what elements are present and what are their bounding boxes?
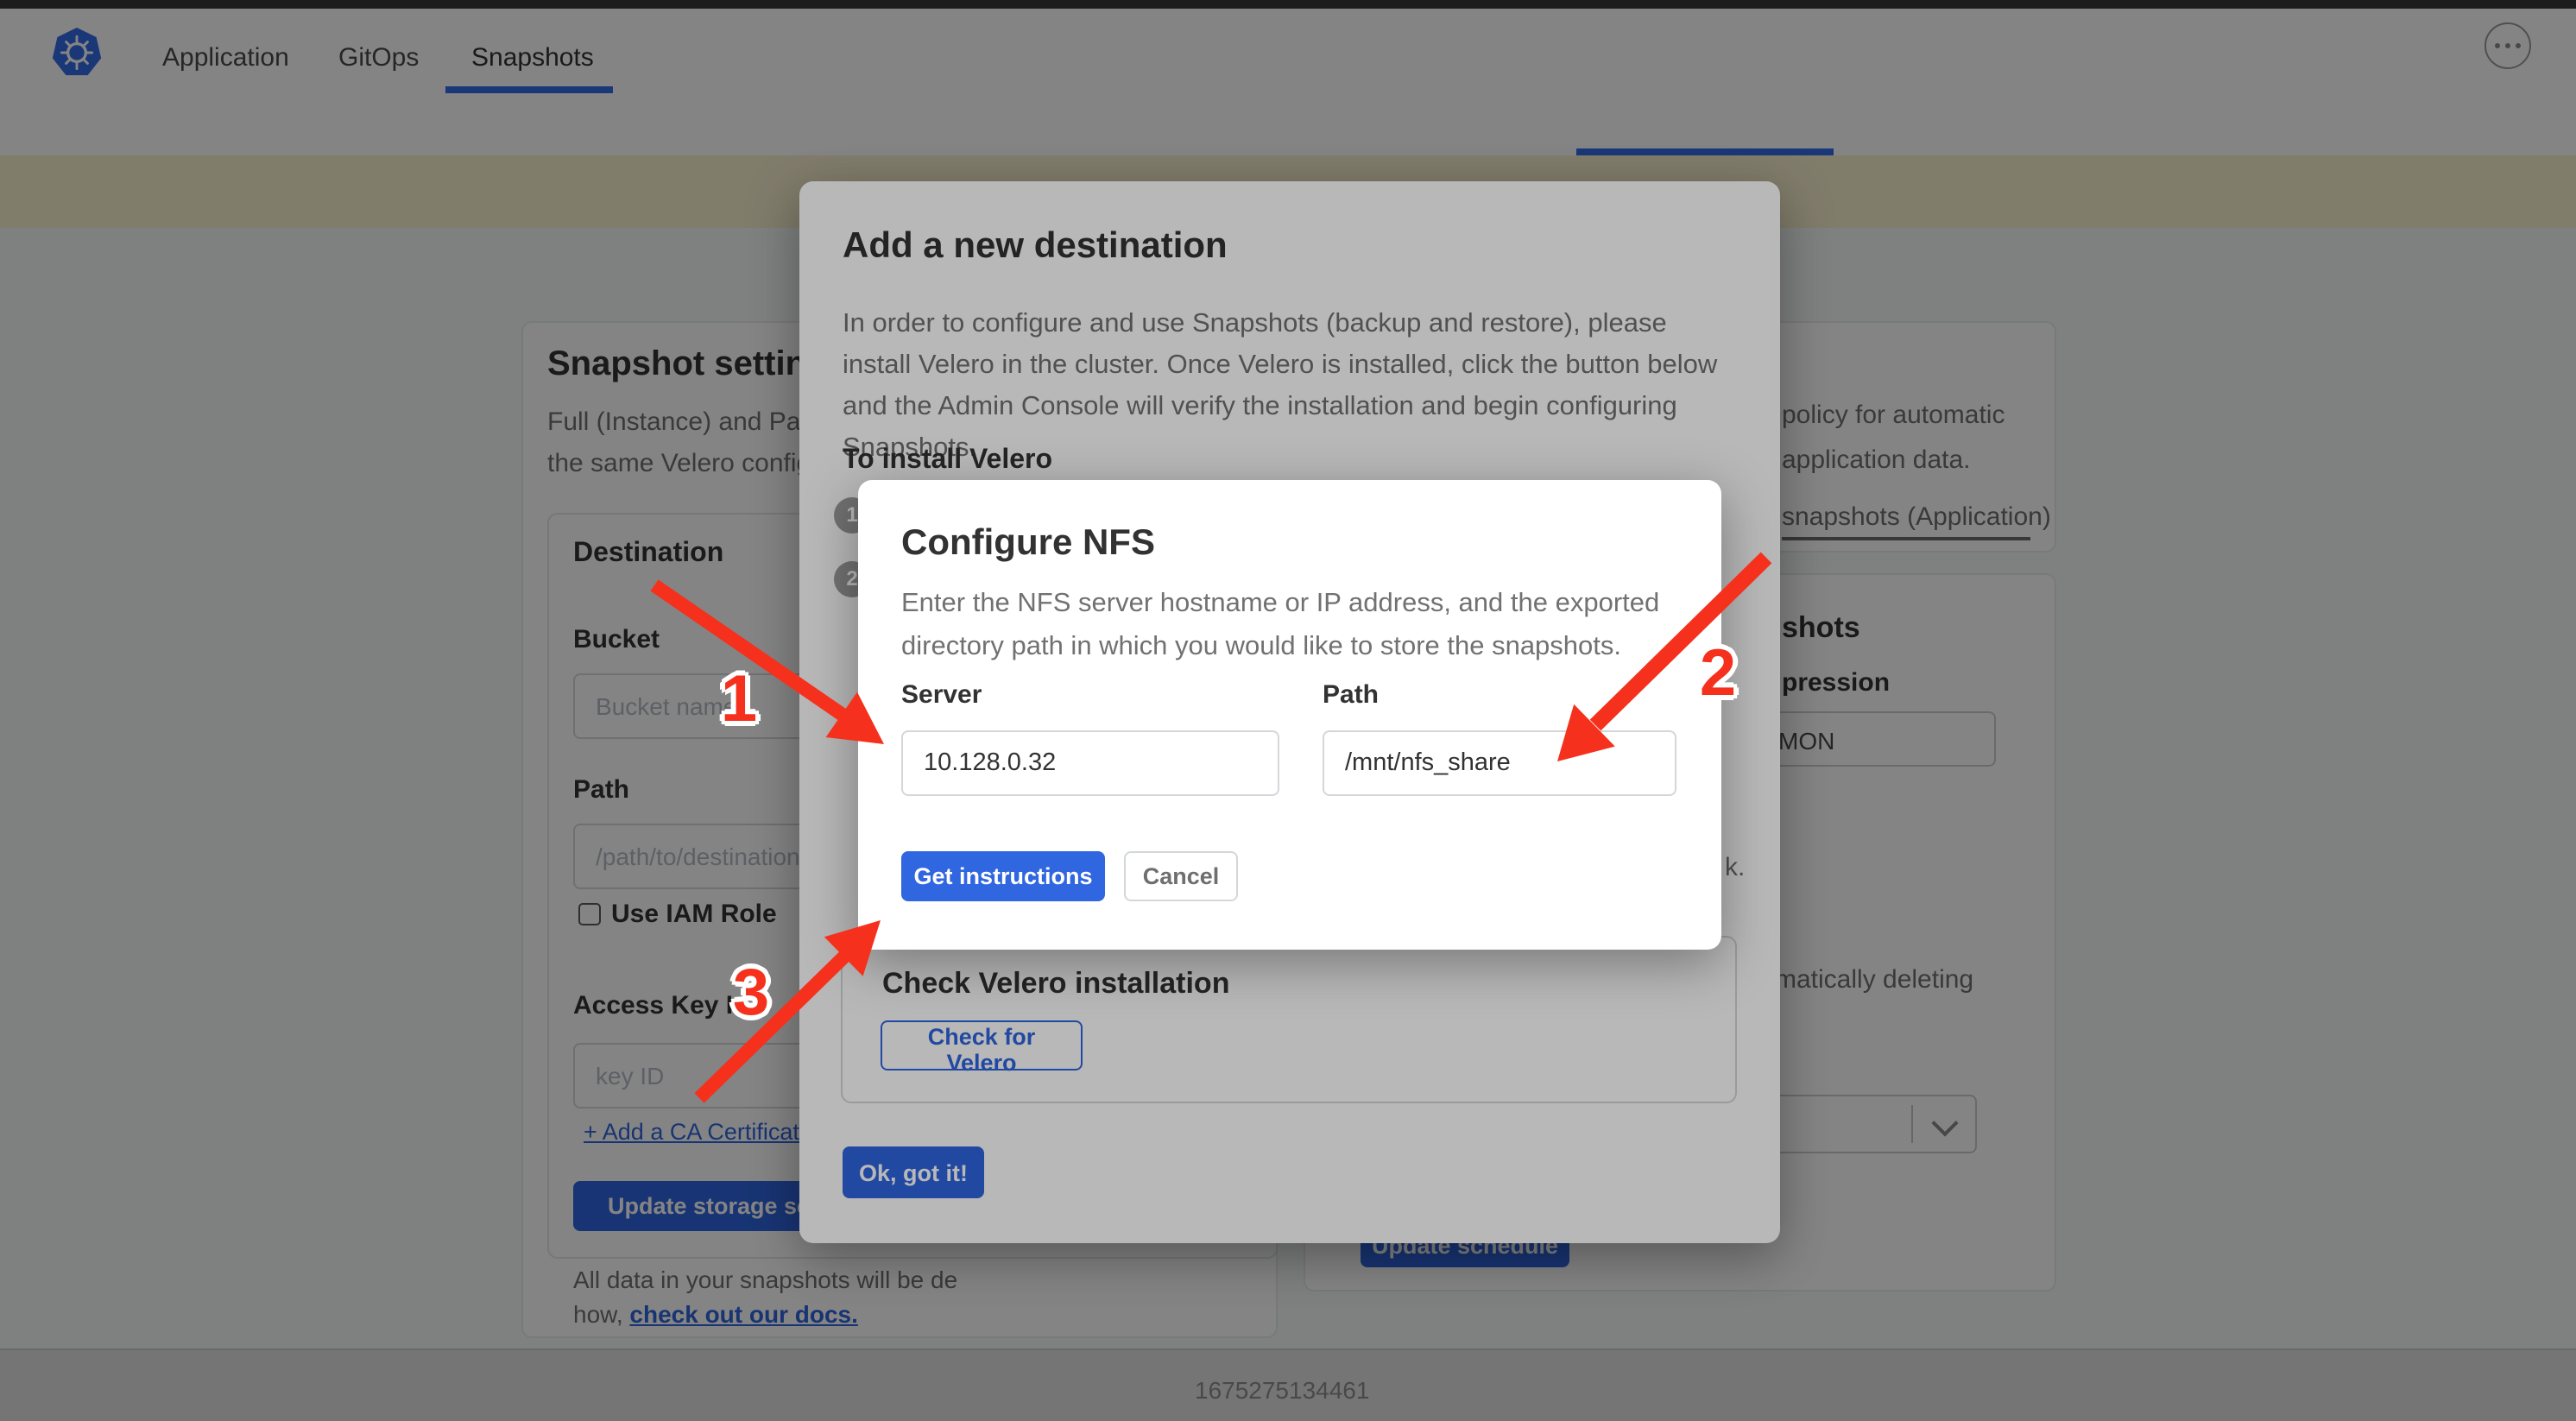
server-input[interactable] [901,730,1279,796]
cancel-button[interactable]: Cancel [1124,851,1238,901]
get-instructions-button[interactable]: Get instructions [901,851,1105,901]
server-label: Server [901,680,982,710]
annotation-badge-2: 2 [1700,638,1736,712]
nfs-path-label: Path [1323,680,1379,710]
nfs-modal-description: Enter the NFS server hostname or IP addr… [901,582,1706,668]
app-root: Application GitOps Snapshots Full Snapsh… [0,0,2576,1421]
configure-nfs-modal: Configure NFS Enter the NFS server hostn… [858,480,1721,950]
nfs-modal-title: Configure NFS [901,523,1155,565]
nfs-path-input[interactable] [1323,730,1676,796]
annotation-badge-3: 3 [733,957,769,1032]
annotation-badge-1: 1 [721,664,757,738]
